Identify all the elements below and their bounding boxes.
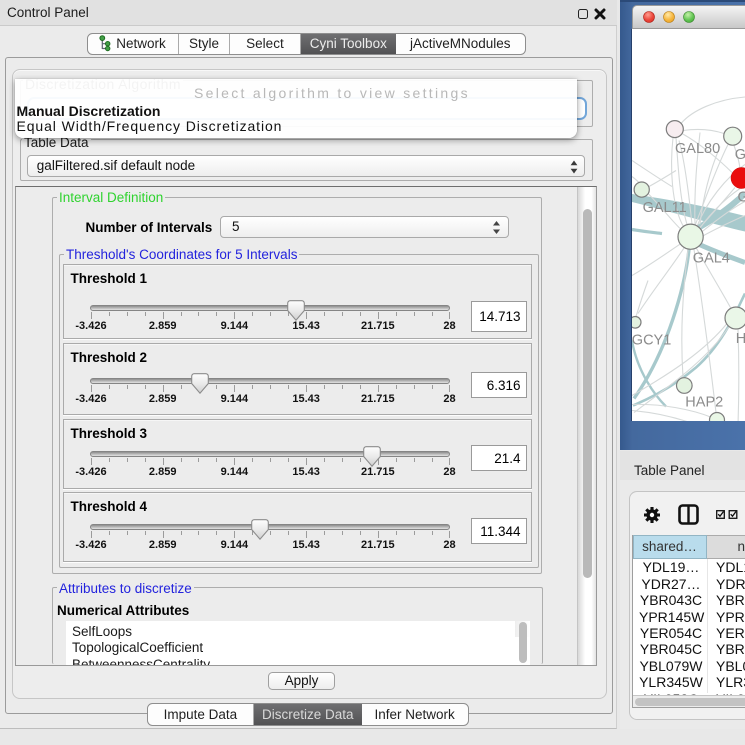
svg-text:GA: GA (735, 147, 745, 163)
svg-text:G: G (738, 189, 745, 205)
svg-text:GAL4: GAL4 (693, 250, 730, 266)
svg-text:GAL80: GAL80 (675, 141, 720, 157)
svg-text:HAP2: HAP2 (685, 394, 723, 410)
svg-text:GAL11: GAL11 (643, 200, 687, 216)
svg-text:GCY1: GCY1 (632, 332, 671, 348)
svg-text:H: H (736, 331, 745, 347)
